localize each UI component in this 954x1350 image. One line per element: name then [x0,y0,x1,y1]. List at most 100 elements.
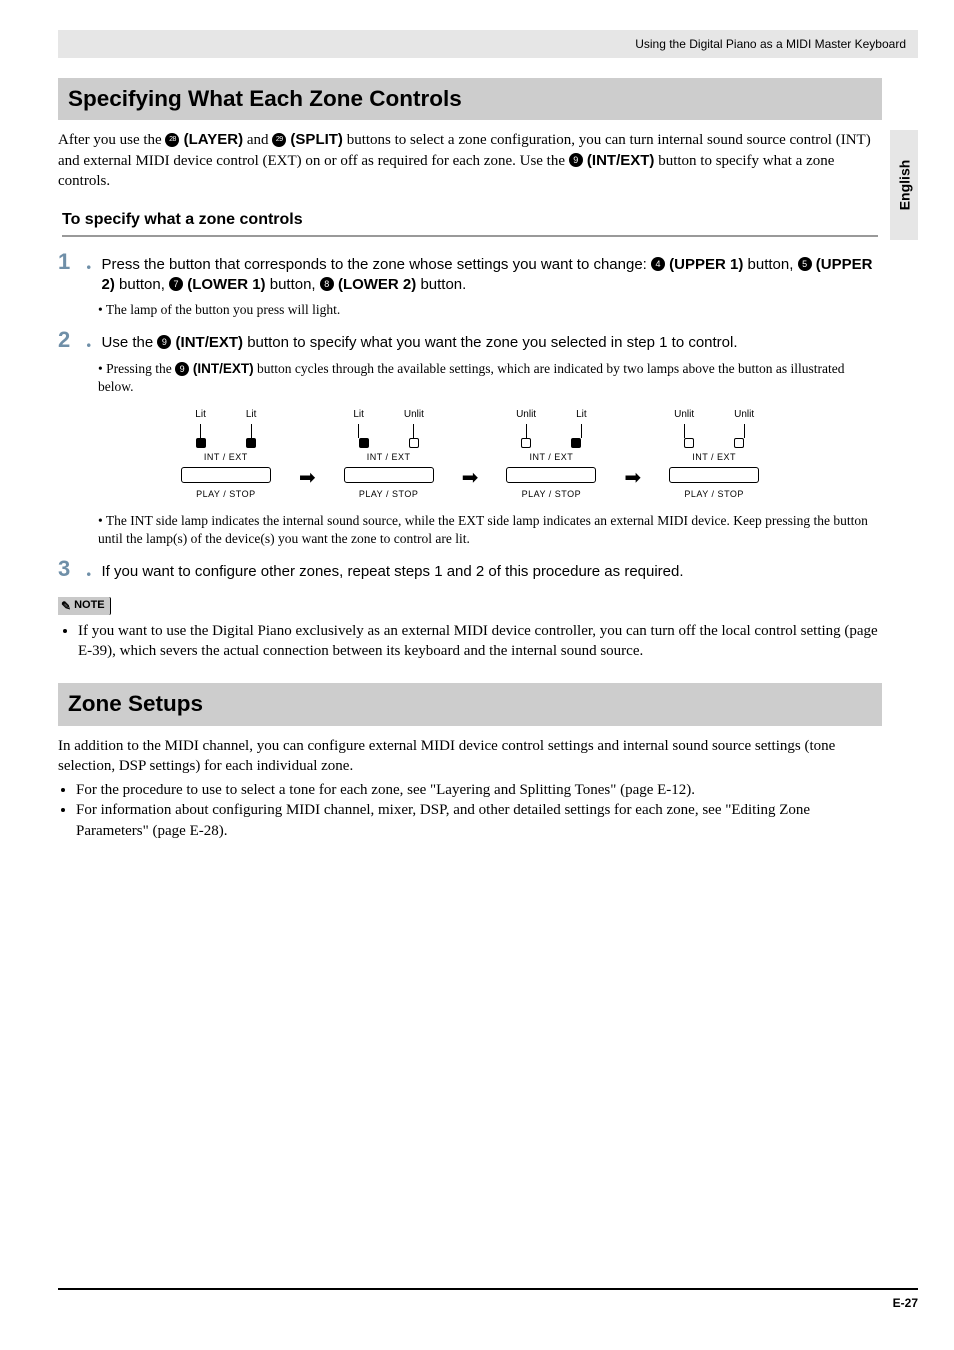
play-label: PLAY / STOP [522,488,582,500]
button-outline [506,467,596,483]
header-bar: Using the Digital Piano as a MIDI Master… [58,30,918,58]
button-outline [181,467,271,483]
diagram-state-1: Lit Lit INT / EXT PLAY / STOP [161,408,291,500]
lamp-label: Unlit [734,408,754,422]
step-dot: . [86,558,92,582]
lamp-label: Lit [195,408,206,422]
t: button, [743,256,797,273]
step-number: 1 [58,251,82,296]
led-icon [409,438,419,448]
t: (UPPER 1) [665,256,743,273]
diagram-row: Lit Lit INT / EXT PLAY / STOP ➡ Lit Unli… [161,408,779,500]
note-label: NOTE [74,598,105,613]
intext-label: INT / EXT [367,451,411,463]
arrow-icon: ➡ [299,420,316,488]
t: (LOWER 2) [334,276,417,293]
btn-ref-9-icon: 9 [175,362,189,376]
t: After you use the [58,132,165,148]
step-number: 2 [58,329,82,353]
play-label: PLAY / STOP [359,488,419,500]
btn-ref-4-icon: 4 [651,257,665,271]
t: (INT/EXT) [189,361,254,376]
t: and [243,132,272,148]
section2-intro: In addition to the MIDI channel, you can… [58,736,882,777]
step2-bullet1: • Pressing the 9 (INT/EXT) button cycles… [98,360,882,396]
arrow-icon: ➡ [624,420,641,488]
led-icon [571,438,581,448]
list-item: For information about configuring MIDI c… [76,800,882,841]
intext-label: INT / EXT [692,451,736,463]
step-dot: . [86,329,92,353]
step-body: If you want to configure other zones, re… [102,558,883,582]
lamp-label: Unlit [516,408,536,422]
btn-ref-9-icon: 9 [157,335,171,349]
lamp-label: Unlit [674,408,694,422]
t: (INT/EXT) [171,334,243,351]
t: The lamp of the button you press will li… [106,302,340,317]
t: The INT side lamp indicates the internal… [98,513,868,546]
list-item: For the procedure to use to select a ton… [76,780,882,800]
note-item: If you want to use the Digital Piano exc… [78,621,882,662]
t: (LOWER 1) [183,276,266,293]
diagram-state-4: Unlit Unlit INT / EXT PLAY / STOP [649,408,779,500]
language-label: English [896,160,912,211]
zone-setup-list: For the procedure to use to select a ton… [76,780,882,841]
btn-ref-8-icon: 8 [320,277,334,291]
lamp-label: Lit [576,408,587,422]
led-icon [521,438,531,448]
step-body: Press the button that corresponds to the… [102,251,883,296]
step-body: Use the 9 (INT/EXT) button to specify wh… [102,329,883,353]
lamp-diagram: Lit Lit INT / EXT PLAY / STOP ➡ Lit Unli… [58,408,882,500]
sub-heading-specify: To specify what a zone controls [62,209,878,237]
diagram-state-3: Unlit Lit INT / EXT PLAY / STOP [486,408,616,500]
step-3: 3 . If you want to configure other zones… [58,558,882,582]
lamp-label: Lit [353,408,364,422]
breadcrumb: Using the Digital Piano as a MIDI Master… [635,37,906,51]
page-footer: E-27 [58,1288,918,1310]
step-dot: . [86,251,92,296]
btn-ref-9-icon: 9 [569,153,583,167]
btn-ref-29-icon: 29 [272,133,286,147]
note-badge: ✎ NOTE [58,597,111,615]
step1-bullet: • The lamp of the button you press will … [98,301,882,319]
btn-ref-5-icon: 5 [798,257,812,271]
lamp-label: Lit [246,408,257,422]
t: Use the [102,334,158,351]
play-label: PLAY / STOP [196,488,256,500]
arrow-icon: ➡ [462,420,479,488]
note-list: If you want to use the Digital Piano exc… [78,621,882,662]
button-outline [344,467,434,483]
t: button to specify what you want the zone… [243,334,737,351]
language-tab: English [890,130,918,240]
step-number: 3 [58,558,82,582]
intext-label: INT / EXT [529,451,573,463]
lamp-label: Unlit [404,408,424,422]
btn-ref-28-icon: 28 [165,133,179,147]
section-heading-specifying: Specifying What Each Zone Controls [58,78,882,120]
t: button, [266,276,320,293]
led-icon [359,438,369,448]
play-label: PLAY / STOP [684,488,744,500]
t: (LAYER) [179,131,243,148]
btn-ref-7-icon: 7 [169,277,183,291]
section1-intro: After you use the 28 (LAYER) and 29 (SPL… [58,130,882,191]
section-heading-zone-setups: Zone Setups [58,683,882,725]
page-number: E-27 [893,1296,918,1310]
t: (SPLIT) [286,131,343,148]
button-outline [669,467,759,483]
led-icon [734,438,744,448]
step-2: 2 . Use the 9 (INT/EXT) button to specif… [58,329,882,353]
t: Press the button that corresponds to the… [102,256,652,273]
t: button. [416,276,466,293]
step2-bullet2: • The INT side lamp indicates the intern… [98,512,882,548]
t: button, [115,276,169,293]
led-icon [246,438,256,448]
step-1: 1 . Press the button that corresponds to… [58,251,882,296]
led-icon [196,438,206,448]
pencil-icon: ✎ [61,598,71,614]
page-content: Specifying What Each Zone Controls After… [58,78,882,841]
t: Pressing the [106,361,175,376]
intext-label: INT / EXT [204,451,248,463]
t: (INT/EXT) [583,152,655,169]
diagram-state-2: Lit Unlit INT / EXT PLAY / STOP [324,408,454,500]
